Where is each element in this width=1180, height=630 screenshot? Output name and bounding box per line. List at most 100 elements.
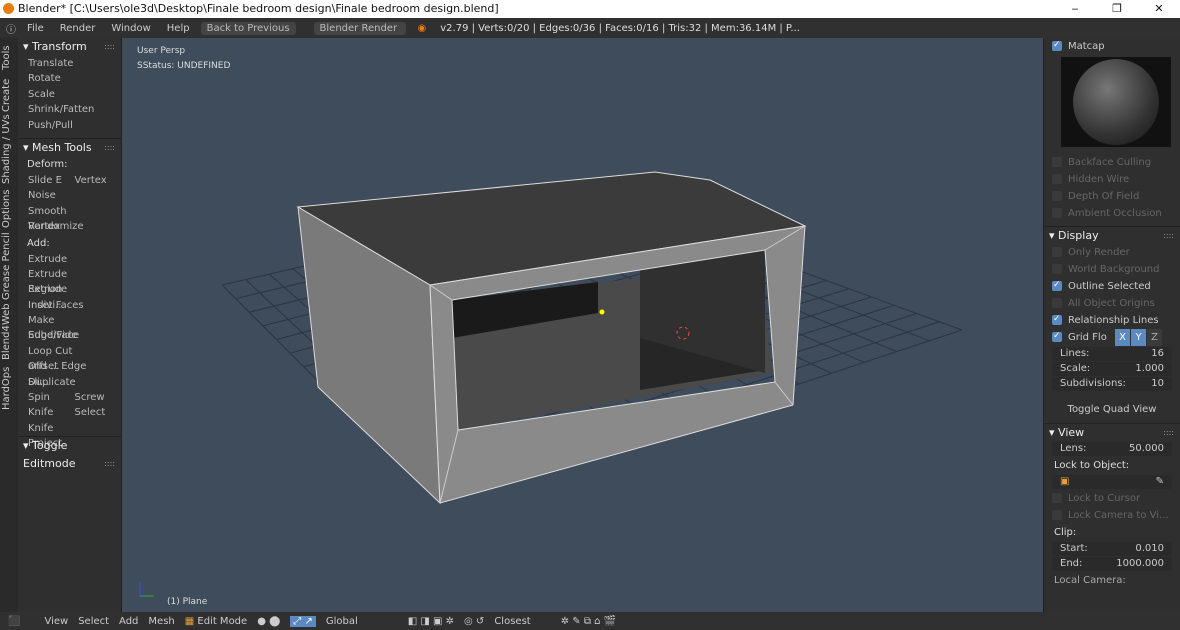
option-toggle[interactable]: Outline Selected xyxy=(1044,277,1180,295)
tab-blend4web[interactable]: Blend4Web xyxy=(1,303,12,360)
checkbox[interactable] xyxy=(1052,277,1062,294)
option-toggle[interactable]: Relationship Lines xyxy=(1044,311,1180,329)
tool-button[interactable]: Duplicate xyxy=(28,375,88,390)
tool-button[interactable]: Extrude Region xyxy=(28,267,88,295)
mesh-tools-panel-header[interactable]: ▾ Mesh Tools:::: xyxy=(18,137,121,157)
checkbox[interactable] xyxy=(1052,157,1062,167)
view-panel-header[interactable]: ▾ View:::: xyxy=(1044,423,1180,441)
checkbox[interactable] xyxy=(1052,298,1062,308)
menu-mesh[interactable]: Mesh xyxy=(148,616,174,627)
info-editor-icon[interactable]: ⓘ xyxy=(6,21,16,36)
tool-button[interactable]: Vertex xyxy=(75,173,122,188)
grip-icon[interactable]: :::: xyxy=(104,139,115,157)
menu-file[interactable]: File xyxy=(22,23,49,34)
tool-button[interactable]: Spin xyxy=(28,390,75,405)
tool-button[interactable]: Select xyxy=(75,405,122,420)
eyedropper-icon[interactable]: ✎ xyxy=(1156,475,1164,489)
display-panel-header[interactable]: ▾ Display:::: xyxy=(1044,226,1180,244)
select-mode-icons[interactable]: ◧ ◨ ▣ ✲ xyxy=(408,616,454,627)
tool-button[interactable]: Push/Pull xyxy=(18,118,121,133)
tool-button[interactable]: Loop Cut and ... xyxy=(28,344,88,372)
grip-icon[interactable]: :::: xyxy=(1163,424,1174,442)
mode-select[interactable]: ▦ Edit Mode xyxy=(185,616,247,627)
close-button[interactable]: ✕ xyxy=(1138,0,1180,18)
grid-scale-field[interactable]: Scale: 1.000 xyxy=(1052,362,1172,376)
axis-x-toggle[interactable]: X xyxy=(1115,329,1130,346)
toggle-editmode-panel-header[interactable]: ▾ Toggle Editmode:::: xyxy=(18,436,121,470)
checkbox[interactable] xyxy=(1052,328,1062,345)
checkbox[interactable] xyxy=(1052,311,1062,328)
tool-button[interactable]: Knife xyxy=(28,405,75,420)
render-engine-select[interactable]: Blender Render xyxy=(313,21,406,35)
clip-start-field[interactable]: Start: 0.010 xyxy=(1052,542,1172,556)
grid-subdivisions-field[interactable]: Subdivisions: 10 xyxy=(1052,377,1172,391)
back-to-previous-button[interactable]: Back to Previous xyxy=(200,21,296,35)
menu-help[interactable]: Help xyxy=(162,23,195,34)
checkbox[interactable] xyxy=(1052,191,1062,201)
tool-button[interactable]: Inset Faces xyxy=(28,298,88,313)
tool-button[interactable]: Subdivide xyxy=(28,328,88,343)
tool-button[interactable]: Slide E xyxy=(28,173,75,188)
clip-end-field[interactable]: End: 1000.000 xyxy=(1052,557,1172,571)
tool-button[interactable]: Screw xyxy=(75,390,122,405)
lens-field[interactable]: Lens: 50.000 xyxy=(1052,442,1172,456)
tool-button[interactable]: Knife Project xyxy=(28,421,88,449)
transform-panel-header[interactable]: ▾ Transform:::: xyxy=(18,38,121,56)
minimize-button[interactable]: ‒ xyxy=(1054,0,1096,18)
editor-type-icon[interactable]: ⬛ xyxy=(8,616,20,627)
checkbox[interactable] xyxy=(1052,37,1062,54)
grid-lines-field[interactable]: Lines: 16 xyxy=(1052,347,1172,361)
tool-button[interactable]: Extrude Indivi... xyxy=(28,282,88,310)
checkbox[interactable] xyxy=(1052,493,1062,503)
option-toggle[interactable]: Only Render xyxy=(1044,244,1180,261)
grip-icon[interactable]: :::: xyxy=(104,455,115,473)
tab-hardops[interactable]: HardOps xyxy=(1,367,12,410)
option-toggle[interactable]: All Object Origins xyxy=(1044,295,1180,312)
option-toggle[interactable]: Backface Culling xyxy=(1044,154,1180,171)
axis-z-toggle[interactable]: Z xyxy=(1147,329,1162,346)
checkbox[interactable] xyxy=(1052,208,1062,218)
grid-floor-toggle[interactable]: Grid Flo XYZ xyxy=(1044,328,1180,346)
tab-create[interactable]: Create xyxy=(1,79,12,112)
tool-button[interactable]: Scale xyxy=(18,87,121,102)
manipulator-icons[interactable]: ⤢ ↗ xyxy=(290,615,316,627)
shading-select[interactable]: ● ⬤ xyxy=(257,616,280,627)
3d-viewport[interactable]: User Persp SStatus: UNDEFINED (1) Plane xyxy=(122,38,1043,612)
tool-button[interactable]: Translate xyxy=(18,56,121,71)
orientation-select[interactable]: Global xyxy=(326,616,358,627)
menu-render[interactable]: Render xyxy=(55,23,101,34)
snap-target-select[interactable]: Closest xyxy=(494,616,530,627)
proportional-edit-icon[interactable]: ◎ ↺ xyxy=(464,616,484,627)
option-toggle[interactable]: Ambient Occlusion xyxy=(1044,205,1180,222)
maximize-button[interactable]: ❐ xyxy=(1096,0,1138,18)
menu-add[interactable]: Add xyxy=(119,616,138,627)
tool-button[interactable]: Rotate xyxy=(18,71,121,86)
tool-button[interactable]: Make Edge/Face xyxy=(28,313,88,341)
checkbox[interactable] xyxy=(1052,264,1062,274)
tool-button[interactable]: Randomize xyxy=(28,219,88,234)
grip-icon[interactable]: :::: xyxy=(1163,227,1174,245)
tool-button[interactable]: Shrink/Fatten xyxy=(18,102,121,117)
menu-view[interactable]: View xyxy=(44,616,68,627)
tab-shading-uvs[interactable]: Shading / UVs xyxy=(1,114,12,184)
tool-button[interactable]: Extrude xyxy=(28,252,88,267)
lock-to-cursor-toggle[interactable]: Lock to Cursor xyxy=(1044,490,1180,507)
matcap-preview[interactable] xyxy=(1061,57,1171,147)
menu-select[interactable]: Select xyxy=(78,616,109,627)
tool-button[interactable]: Offset Edge Sli... xyxy=(28,359,88,387)
checkbox[interactable] xyxy=(1052,247,1062,257)
tab-options[interactable]: Options xyxy=(1,189,12,228)
option-toggle[interactable]: World Background xyxy=(1044,261,1180,278)
snap-icons[interactable]: ✲ ✎ ⧉ ⌂ 🎬 xyxy=(561,616,616,627)
option-toggle[interactable]: Depth Of Field xyxy=(1044,188,1180,205)
matcap-toggle[interactable]: Matcap xyxy=(1044,37,1180,55)
lock-object-field[interactable]: ▣ ✎ xyxy=(1052,475,1172,489)
tab-tools[interactable]: Tools xyxy=(1,45,12,70)
menu-window[interactable]: Window xyxy=(106,23,155,34)
checkbox[interactable] xyxy=(1052,174,1062,184)
option-toggle[interactable]: Hidden Wire xyxy=(1044,171,1180,188)
tab-grease-pencil[interactable]: Grease Pencil xyxy=(1,232,12,300)
tool-button[interactable]: Noise xyxy=(28,188,88,203)
checkbox[interactable] xyxy=(1052,510,1062,520)
grip-icon[interactable]: :::: xyxy=(104,38,115,56)
